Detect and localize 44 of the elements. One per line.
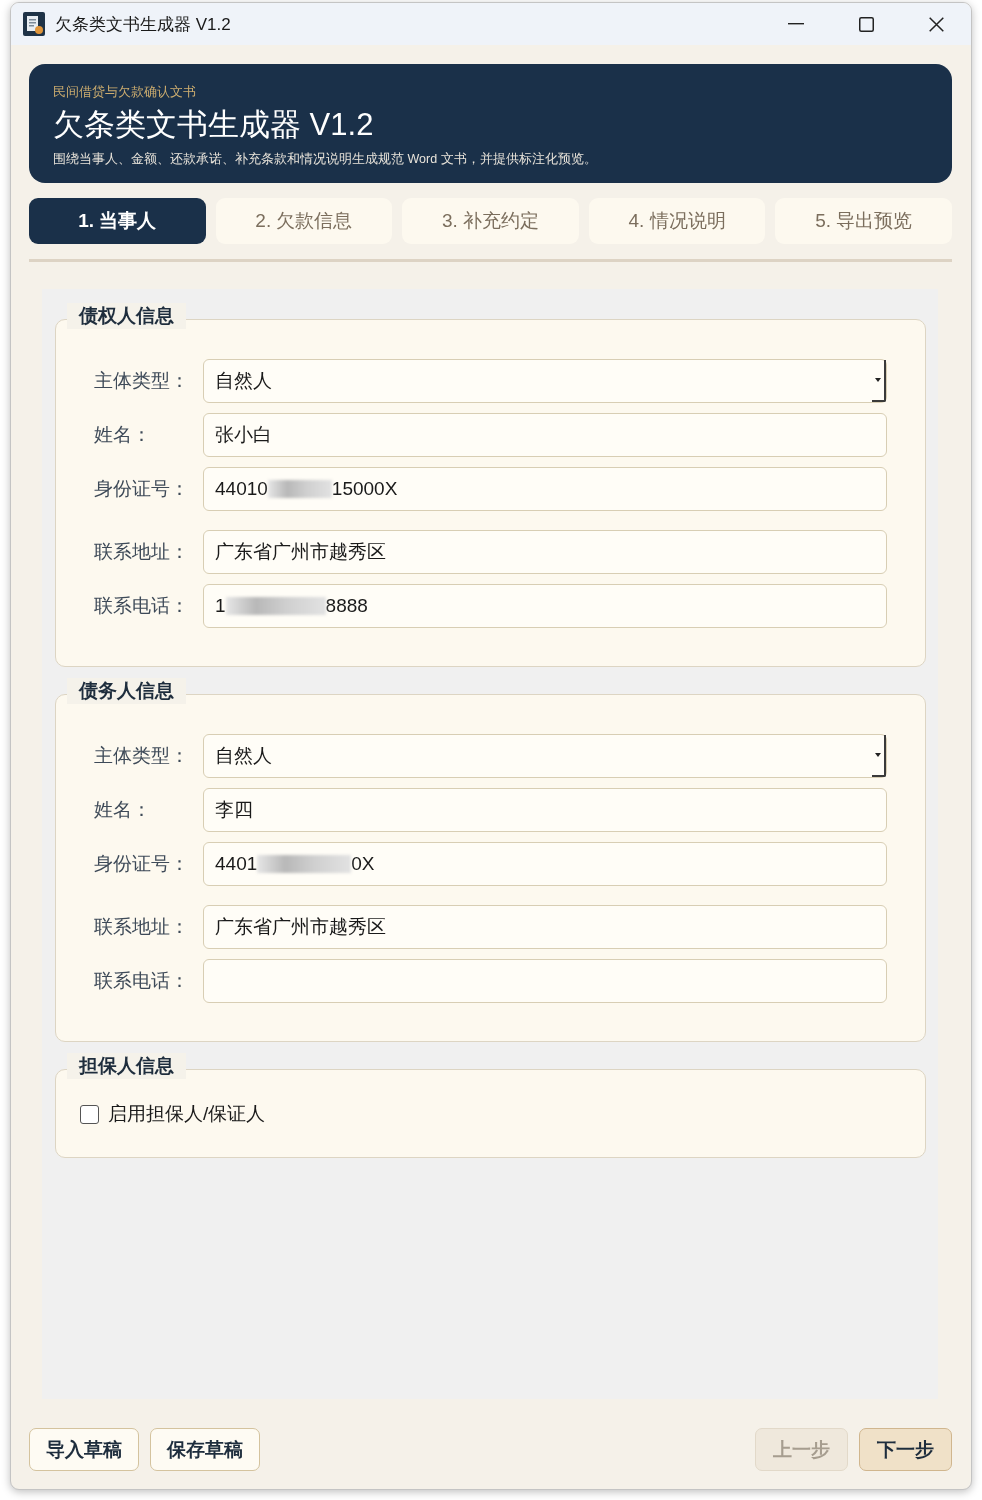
field-label: 联系地址：: [94, 540, 190, 564]
checkbox-label[interactable]: 启用担保人/保证人: [108, 1101, 266, 1127]
input-field[interactable]: 广东省广州市越秀区: [203, 905, 887, 949]
input-field[interactable]: 1 8888: [203, 584, 887, 628]
caret-icon: [875, 378, 881, 382]
input-field[interactable]: 广东省广州市越秀区: [203, 530, 887, 574]
draft-button[interactable]: 导入草稿: [29, 1428, 139, 1471]
field-label: 联系地址：: [94, 915, 190, 939]
dropdown-field[interactable]: 自然人: [203, 359, 887, 403]
dropdown-field[interactable]: 自然人: [203, 734, 887, 778]
field-label: 身份证号：: [94, 477, 190, 501]
field-label: 姓名：: [94, 798, 152, 822]
field-label: 联系电话：: [94, 969, 190, 993]
window-title: 欠条类文书生成器 V1.2: [55, 13, 231, 36]
step-tab[interactable]: 4. 情况说明: [588, 198, 766, 244]
group-title: 债务人信息: [67, 678, 186, 704]
field-label: 主体类型：: [94, 744, 190, 768]
header-title: 欠条类文书生成器 V1.2: [53, 106, 375, 144]
header-description: 围绕当事人、金额、还款承诺、补充条款和情况说明生成规范 Word 文书，并提供标注化预览。: [53, 151, 598, 168]
input-field[interactable]: 张小白: [203, 413, 887, 457]
maximize-icon: [858, 16, 874, 32]
step-nav-button[interactable]: 下一步: [859, 1428, 952, 1471]
header-eyebrow: 民间借贷与欠款确认文书: [53, 84, 197, 101]
group-title: 债权人信息: [67, 303, 186, 329]
field-label: 姓名：: [94, 423, 152, 447]
field-label: 主体类型：: [94, 369, 190, 393]
blur-mask: [267, 480, 332, 498]
field-label: 联系电话：: [94, 594, 190, 618]
step-tab[interactable]: 2. 欠款信息: [215, 198, 393, 244]
step-tab[interactable]: 5. 导出预览: [775, 198, 952, 244]
field-label: 身份证号：: [94, 852, 190, 876]
checkbox[interactable]: [80, 1104, 99, 1124]
step-tab[interactable]: 3. 补充约定: [402, 198, 579, 244]
input-field[interactable]: [203, 959, 887, 1003]
step-tab[interactable]: 1. 当事人: [29, 198, 206, 244]
input-field[interactable]: 李四: [203, 788, 887, 832]
document-icon: [22, 12, 46, 36]
input-field[interactable]: 44010 15000X: [203, 467, 887, 511]
group-title: 担保人信息: [67, 1053, 186, 1079]
close-icon: [928, 16, 944, 32]
minimize-icon: [788, 23, 804, 25]
draft-button[interactable]: 保存草稿: [150, 1428, 260, 1471]
caret-icon: [875, 753, 881, 757]
input-field[interactable]: 4401 0X: [203, 842, 887, 886]
